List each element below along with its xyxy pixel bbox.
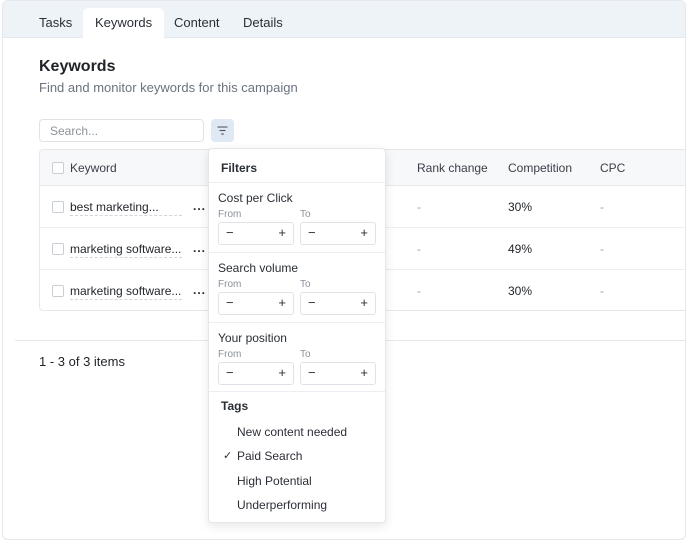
increment-button[interactable]: + — [360, 365, 368, 380]
competition-cell: 30% — [508, 200, 533, 214]
tag-option-new-content-needed[interactable]: New content needed — [237, 425, 347, 439]
tag-option-high-potential[interactable]: High Potential — [237, 474, 312, 488]
tag-option-paid-search[interactable]: Paid Search — [237, 449, 302, 463]
cpc-from-stepper[interactable]: − + — [218, 222, 294, 245]
from-label: From — [218, 349, 242, 360]
tags-title: Tags — [221, 399, 249, 413]
row-checkbox[interactable] — [52, 285, 64, 297]
cpc-cell: - — [600, 200, 604, 214]
volume-to-stepper[interactable]: − + — [300, 292, 376, 315]
filter-icon — [217, 126, 228, 135]
row-checkbox[interactable] — [52, 243, 64, 255]
decrement-button[interactable]: − — [308, 295, 316, 310]
increment-button[interactable]: + — [360, 225, 368, 240]
column-header-cpc[interactable]: CPC — [600, 150, 625, 186]
rank-change-cell: - — [417, 200, 421, 214]
increment-button[interactable]: + — [360, 295, 368, 310]
tab-tasks[interactable]: Tasks — [27, 8, 84, 38]
position-to-stepper[interactable]: − + — [300, 362, 376, 385]
increment-button[interactable]: + — [278, 295, 286, 310]
select-all-checkbox[interactable] — [52, 162, 64, 174]
tab-bar: Tasks Keywords Content Details — [3, 1, 685, 38]
column-header-keyword[interactable]: Keyword — [70, 150, 117, 186]
your-position-label: Your position — [218, 331, 287, 345]
rank-change-cell: - — [417, 284, 421, 298]
row-checkbox[interactable] — [52, 201, 64, 213]
tab-content[interactable]: Content — [162, 8, 232, 38]
decrement-button[interactable]: − — [226, 225, 234, 240]
page-title: Keywords — [39, 58, 116, 75]
tab-details[interactable]: Details — [231, 8, 295, 38]
column-header-rank-change[interactable]: Rank change — [417, 150, 488, 186]
cpc-cell: - — [600, 242, 604, 256]
column-header-competition[interactable]: Competition — [508, 150, 572, 186]
page-subtitle: Find and monitor keywords for this campa… — [39, 80, 298, 95]
competition-cell: 30% — [508, 284, 533, 298]
divider — [209, 322, 385, 323]
divider — [209, 182, 385, 183]
more-icon[interactable]: ... — [193, 270, 206, 310]
search-input[interactable] — [39, 119, 204, 142]
divider — [209, 252, 385, 253]
tag-option-underperforming[interactable]: Underperforming — [237, 498, 327, 512]
filter-button[interactable] — [211, 119, 234, 142]
competition-cell: 49% — [508, 242, 533, 256]
volume-from-stepper[interactable]: − + — [218, 292, 294, 315]
check-icon: ✓ — [223, 450, 233, 462]
pager-summary: 1 - 3 of 3 items — [39, 354, 125, 369]
from-label: From — [218, 279, 242, 290]
increment-button[interactable]: + — [278, 365, 286, 380]
cost-per-click-label: Cost per Click — [218, 191, 293, 205]
position-from-stepper[interactable]: − + — [218, 362, 294, 385]
keyword-cell[interactable]: marketing software... — [70, 284, 182, 300]
rank-change-cell: - — [417, 242, 421, 256]
from-label: From — [218, 209, 242, 220]
filters-title: Filters — [221, 161, 258, 175]
decrement-button[interactable]: − — [226, 295, 234, 310]
decrement-button[interactable]: − — [308, 225, 316, 240]
to-label: To — [300, 209, 311, 220]
more-icon[interactable]: ... — [193, 228, 206, 268]
divider — [209, 391, 385, 392]
cpc-cell: - — [600, 284, 604, 298]
decrement-button[interactable]: − — [308, 365, 316, 380]
tab-keywords[interactable]: Keywords — [83, 8, 165, 38]
to-label: To — [300, 349, 311, 360]
keyword-cell[interactable]: marketing software... — [70, 242, 182, 258]
cpc-to-stepper[interactable]: − + — [300, 222, 376, 245]
filters-popup: Filters Cost per Click From To − + − + S… — [208, 148, 386, 523]
decrement-button[interactable]: − — [226, 365, 234, 380]
search-volume-label: Search volume — [218, 261, 299, 275]
increment-button[interactable]: + — [278, 225, 286, 240]
more-icon[interactable]: ... — [193, 186, 206, 226]
keyword-cell[interactable]: best marketing... — [70, 200, 182, 216]
to-label: To — [300, 279, 311, 290]
